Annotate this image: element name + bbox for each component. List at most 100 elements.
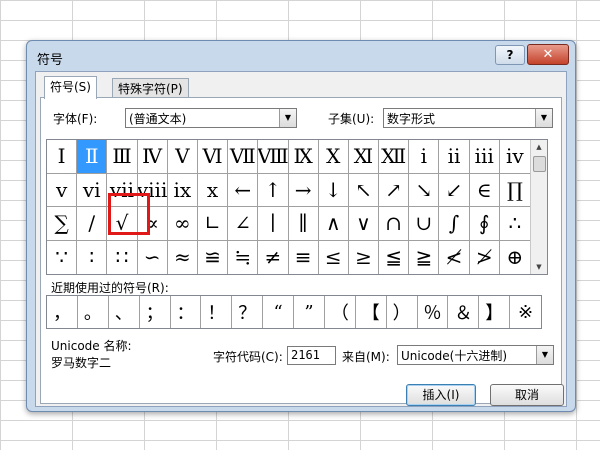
recent-symbol-cell[interactable]: ！	[201, 296, 233, 328]
symbol-grid-scrollbar[interactable]: ▲ ▼	[530, 140, 547, 274]
recent-symbol-cell[interactable]: ＆	[448, 296, 480, 328]
symbol-cell[interactable]: ↑	[258, 173, 289, 207]
symbol-cell[interactable]: Ⅱ	[77, 140, 108, 174]
scroll-down-icon[interactable]: ▼	[531, 260, 547, 274]
recent-symbol-cell[interactable]: ％	[418, 296, 449, 328]
symbol-cell[interactable]: Ⅴ	[167, 140, 198, 174]
title-bar[interactable]: 符号 ? ✕	[27, 41, 575, 71]
char-code-label: 字符代码(C):	[213, 350, 283, 364]
scroll-thumb[interactable]	[533, 156, 546, 172]
recent-symbol-cell[interactable]: 。	[78, 296, 109, 328]
char-code-input[interactable]: 2161	[287, 346, 336, 365]
symbol-cell[interactable]: ≤	[319, 240, 349, 274]
symbol-cell[interactable]: Ⅳ	[137, 140, 168, 174]
recent-symbol-cell[interactable]: （	[325, 296, 356, 328]
recent-symbol-cell[interactable]: ）	[387, 296, 418, 328]
symbol-cell[interactable]: ↖	[348, 173, 380, 207]
highlight-box	[108, 193, 150, 235]
symbol-cell[interactable]: ≥	[349, 240, 380, 274]
symbol-cell[interactable]: ↘	[409, 173, 440, 207]
symbol-cell[interactable]: ∣	[258, 207, 289, 241]
symbol-cell[interactable]: ≡	[289, 240, 319, 274]
symbol-cell[interactable]: ∠	[228, 207, 259, 241]
from-select-value: Unicode(十六进制)	[401, 349, 508, 363]
symbol-cell[interactable]: ∧	[318, 207, 349, 241]
symbol-cell[interactable]: Ⅺ	[348, 140, 380, 174]
symbol-cell[interactable]: Ⅶ	[228, 140, 259, 174]
symbol-cell[interactable]: ∞	[167, 207, 198, 241]
scroll-up-icon[interactable]: ▲	[531, 140, 547, 154]
help-button[interactable]: ?	[495, 45, 525, 65]
recent-symbols-label: 近期使用过的符号(R):	[51, 281, 169, 295]
tab-special-characters[interactable]: 特殊字符(P)	[112, 78, 189, 99]
symbol-cell[interactable]: ←	[228, 173, 259, 207]
recent-symbol-cell[interactable]: ；	[140, 296, 171, 328]
symbol-cell[interactable]: ≈	[168, 240, 198, 274]
tab-symbols[interactable]: 符号(S)	[44, 76, 97, 99]
symbol-cell[interactable]: ↙	[439, 173, 470, 207]
symbol-cell[interactable]: ∑	[47, 207, 78, 241]
symbol-cell[interactable]: ∷	[107, 240, 138, 274]
recent-symbol-cell[interactable]: ，	[47, 296, 78, 328]
symbol-cell[interactable]: ∨	[348, 207, 380, 241]
symbol-cell[interactable]: ⅴ	[47, 173, 78, 207]
chevron-down-icon[interactable]: ▼	[536, 346, 553, 364]
symbol-cell[interactable]: ∟	[197, 207, 229, 241]
symbol-cell[interactable]: ⅲ	[469, 140, 500, 174]
recent-symbol-cell[interactable]: ：	[171, 296, 202, 328]
symbol-cell[interactable]: ↗	[379, 173, 410, 207]
cancel-button[interactable]: 取消	[490, 384, 564, 406]
symbol-cell[interactable]: ≦	[379, 240, 410, 274]
symbol-cell[interactable]: Ⅷ	[258, 140, 289, 174]
symbol-cell[interactable]: ∏	[499, 174, 530, 207]
symbol-cell[interactable]: ⅳ	[499, 140, 530, 174]
symbol-cell[interactable]: ∶	[77, 240, 108, 274]
insert-button[interactable]: 插入(I)	[406, 384, 476, 406]
symbol-cell[interactable]: ⅸ	[167, 173, 198, 207]
symbol-cell[interactable]: ∕	[77, 207, 108, 241]
recent-symbol-cell[interactable]: 】	[479, 296, 511, 328]
symbol-cell[interactable]: Ⅰ	[47, 140, 78, 174]
font-select[interactable]: (普通文本) ▼	[125, 108, 297, 128]
symbol-cell[interactable]: Ⅵ	[197, 140, 229, 174]
symbol-cell[interactable]: ≠	[258, 240, 289, 274]
symbol-cell[interactable]: Ⅸ	[288, 140, 319, 174]
from-select[interactable]: Unicode(十六进制) ▼	[397, 345, 554, 365]
symbol-cell[interactable]: ∵	[47, 240, 78, 274]
symbol-cell[interactable]: ⅰ	[409, 140, 440, 174]
symbol-cell[interactable]: ∮	[469, 207, 500, 241]
symbol-cell[interactable]: ⊕	[500, 241, 530, 275]
chevron-down-icon[interactable]: ▼	[279, 109, 296, 127]
symbol-cell[interactable]: ⅹ	[197, 173, 229, 207]
symbol-cell[interactable]: ∩	[379, 207, 410, 241]
symbol-cell[interactable]: Ⅹ	[318, 140, 349, 174]
recent-symbol-cell[interactable]: ？	[232, 296, 264, 328]
recent-symbol-cell[interactable]: ”	[294, 296, 325, 328]
symbol-cell[interactable]: ≯	[470, 240, 500, 274]
recent-symbol-cell[interactable]: ※	[510, 296, 541, 328]
close-button[interactable]: ✕	[527, 44, 569, 65]
recent-symbol-cell[interactable]: 、	[109, 296, 140, 328]
symbol-cell[interactable]: ∥	[288, 207, 319, 241]
chevron-down-icon[interactable]: ▼	[535, 109, 552, 127]
symbol-cell[interactable]: ≌	[198, 240, 229, 274]
symbol-cell[interactable]: ⅵ	[77, 173, 108, 207]
recent-symbol-cell[interactable]: 【	[356, 296, 387, 328]
symbol-cell[interactable]: ∴	[499, 207, 530, 241]
dialog-client: 符号(S) 特殊字符(P) 字体(F): (普通文本) ▼ 子集(U): 数字形…	[35, 71, 567, 407]
recent-symbol-cell[interactable]: “	[263, 296, 294, 328]
symbol-cell[interactable]: ∈	[469, 173, 500, 207]
symbol-cell[interactable]: ∪	[409, 207, 440, 241]
symbol-cell[interactable]: ⅱ	[439, 140, 470, 174]
font-label: 字体(F):	[53, 112, 98, 126]
symbol-cell[interactable]: →	[288, 173, 319, 207]
symbol-cell[interactable]: ≒	[228, 240, 259, 274]
symbol-cell[interactable]: ≮	[439, 240, 470, 274]
symbol-cell[interactable]: ↓	[318, 173, 349, 207]
symbol-cell[interactable]: Ⅻ	[379, 140, 410, 174]
symbol-cell[interactable]: Ⅲ	[107, 140, 138, 174]
symbol-cell[interactable]: ≧	[409, 240, 440, 274]
symbol-cell[interactable]: ∫	[439, 207, 470, 241]
symbol-cell[interactable]: ∽	[138, 240, 168, 274]
subset-select[interactable]: 数字形式 ▼	[383, 108, 553, 128]
